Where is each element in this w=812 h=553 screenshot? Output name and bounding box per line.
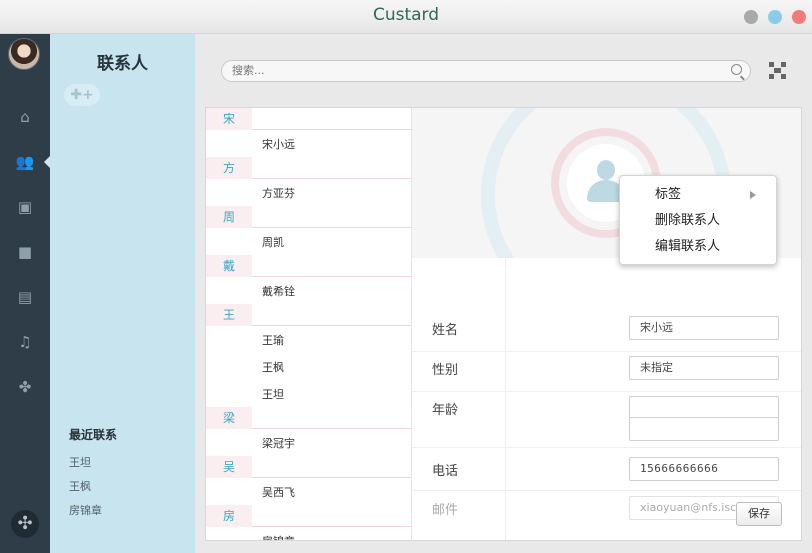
maximize-button[interactable] [768, 10, 782, 24]
list-item[interactable]: 吴西飞 [206, 478, 411, 505]
qr-code-icon[interactable] [769, 62, 786, 79]
contact-name: 梁冠宇 [262, 437, 295, 450]
contact-name: 戴希铨 [262, 285, 295, 298]
contacts-sidebar: 联系人 ✚+ 最近联系 王坦 王枫 房锦章 [50, 34, 195, 553]
recent-contact-item[interactable]: 王枫 [69, 478, 91, 494]
search-icon[interactable] [731, 64, 742, 75]
contact-name: 王枫 [262, 361, 284, 374]
minimize-button[interactable] [744, 10, 758, 24]
list-item[interactable]: 王枫 [206, 353, 411, 380]
menu-item-delete-contact[interactable]: 删除联系人 [620, 210, 778, 232]
phone-field[interactable]: 15666666666 [629, 457, 779, 481]
search-input[interactable] [232, 64, 722, 77]
sidebar-heading: 联系人 [97, 54, 148, 74]
contacts-icon[interactable]: 👥 [0, 149, 50, 175]
contact-panel: 宋宋小远方方亚芬周周凯戴戴希铨王王瑜王枫王坦梁梁冠宇吴吴西飞房房锦章 姓名 宋小… [205, 107, 802, 541]
menu-item-edit-contact[interactable]: 编辑联系人 [620, 236, 778, 258]
fan-icon[interactable]: ✣ [11, 510, 39, 538]
menu-item-label: 标签 [655, 187, 682, 202]
contact-name: 王瑜 [262, 334, 284, 347]
contact-name: 房锦章 [262, 533, 295, 540]
window-title: Custard [372, 5, 440, 25]
letter-header: 宋 [206, 108, 411, 130]
menu-item-tags[interactable]: 标签 [620, 184, 778, 206]
list-item[interactable]: 方亚芬 [206, 179, 411, 206]
contact-name: 王坦 [262, 388, 284, 401]
context-menu: 标签 删除联系人 编辑联系人 [619, 175, 777, 265]
recent-contacts-title: 最近联系 [69, 428, 118, 442]
contact-name: 方亚芬 [262, 187, 295, 200]
letter-label: 吴 [206, 456, 252, 478]
list-item[interactable]: 王瑜 [206, 326, 411, 353]
nav-rail: ⌂ 👥 ▣ ■ ▤ ♫ ✤ ✣ [0, 34, 50, 553]
contact-list: 宋宋小远方方亚芬周周凯戴戴希铨王王瑜王枫王坦梁梁冠宇吴吴西飞房房锦章 [206, 108, 412, 540]
letter-header: 周 [206, 206, 411, 228]
image-icon[interactable]: ▣ [0, 194, 50, 220]
name-field[interactable]: 宋小远 [629, 316, 779, 340]
letter-header: 方 [206, 157, 411, 179]
gender-field[interactable]: 未指定 [629, 356, 779, 380]
contact-name: 吴西飞 [262, 486, 295, 499]
list-item[interactable]: 梁冠宇 [206, 429, 411, 456]
letter-label: 戴 [206, 255, 252, 277]
name-label: 姓名 [432, 323, 459, 338]
letter-label: 周 [206, 206, 252, 228]
contact-detail: 姓名 宋小远 性别 未指定 年龄 电话 15666666666 邮件 xiaoy… [412, 108, 801, 540]
user-avatar[interactable] [8, 38, 40, 70]
gender-label: 性别 [432, 363, 459, 378]
title-bar: Custard [0, 0, 812, 34]
list-item[interactable]: 王坦 [206, 380, 411, 407]
document-icon[interactable]: ▤ [0, 284, 50, 310]
letter-label: 梁 [206, 407, 252, 429]
letter-header: 吴 [206, 456, 411, 478]
close-button[interactable] [792, 10, 806, 24]
letter-header: 戴 [206, 255, 411, 277]
age-label: 年龄 [432, 403, 459, 418]
apps-icon[interactable]: ✤ [0, 374, 50, 400]
letter-label: 宋 [206, 108, 252, 130]
email-label: 邮件 [432, 503, 459, 518]
letter-label: 方 [206, 157, 252, 179]
letter-header: 房 [206, 505, 411, 527]
save-button[interactable]: 保存 [736, 502, 782, 526]
letter-header: 王 [206, 304, 411, 326]
search-bar [221, 60, 751, 82]
letter-label: 房 [206, 505, 252, 527]
music-icon[interactable]: ♫ [0, 329, 50, 355]
video-icon[interactable]: ■ [0, 239, 50, 265]
chevron-right-icon [750, 191, 760, 199]
contact-name: 宋小远 [262, 138, 295, 151]
add-contact-button[interactable]: ✚+ [64, 84, 100, 106]
contact-name: 周凯 [262, 236, 284, 249]
extra-field[interactable] [629, 417, 779, 441]
recent-contact-item[interactable]: 王坦 [69, 454, 91, 470]
recent-contact-item[interactable]: 房锦章 [69, 502, 102, 518]
list-item[interactable]: 戴希铨 [206, 277, 411, 304]
letter-label: 王 [206, 304, 252, 326]
list-item[interactable]: 宋小远 [206, 130, 411, 157]
list-item[interactable]: 房锦章 [206, 527, 411, 540]
list-item[interactable]: 周凯 [206, 228, 411, 255]
home-icon[interactable]: ⌂ [0, 104, 50, 130]
phone-label: 电话 [432, 464, 459, 479]
letter-header: 梁 [206, 407, 411, 429]
